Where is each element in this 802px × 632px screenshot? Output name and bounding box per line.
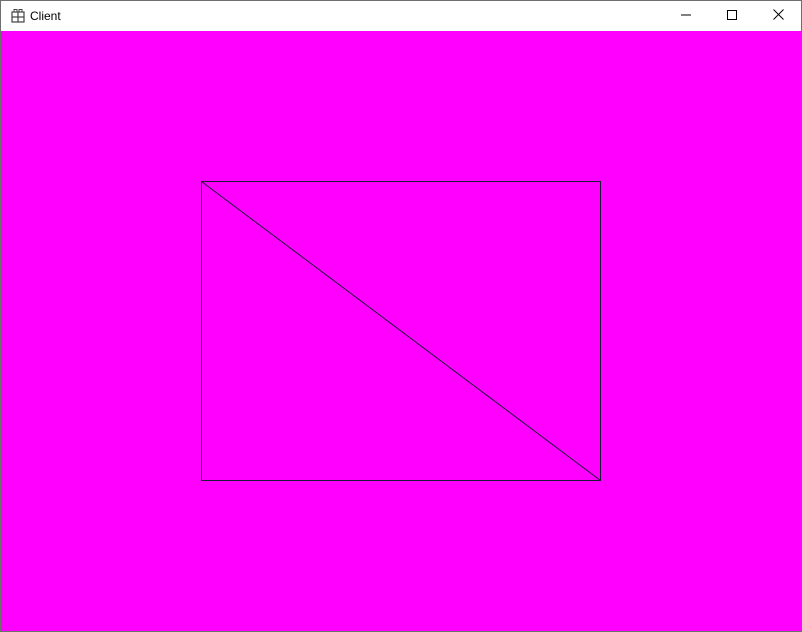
window-title: Client [30, 9, 61, 23]
drawing-canvas[interactable] [1, 31, 801, 631]
maximize-button[interactable] [709, 1, 755, 31]
minimize-button[interactable] [663, 1, 709, 31]
close-icon [772, 7, 784, 25]
client-window: Client [0, 0, 802, 632]
title-bar[interactable]: Client [1, 1, 801, 31]
app-grid-icon [11, 9, 25, 23]
maximize-icon [727, 7, 737, 25]
minimize-icon [681, 7, 691, 25]
canvas-surface [1, 31, 801, 631]
close-button[interactable] [755, 1, 801, 31]
